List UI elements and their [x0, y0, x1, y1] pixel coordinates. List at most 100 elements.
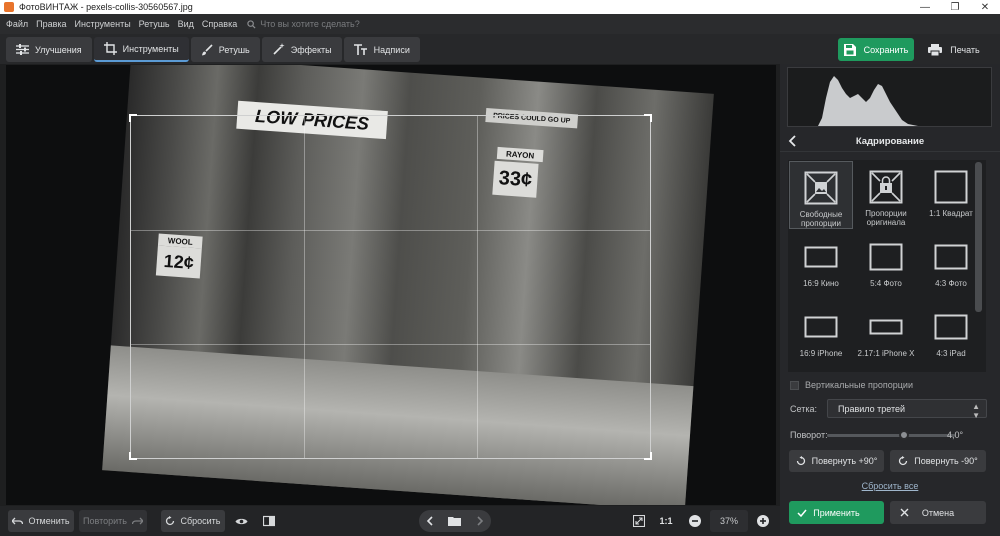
- cancel-label: Отмена: [921, 507, 955, 518]
- preset-iphone-x[interactable]: 2.17:1 iPhone X: [854, 301, 918, 369]
- tab-enhancements[interactable]: Улучшения: [6, 37, 92, 62]
- menu-tools[interactable]: Инструменты: [75, 19, 131, 29]
- search-placeholder: Что вы хотите сделать?: [260, 19, 360, 29]
- preset-ipad[interactable]: 4:3 iPad: [919, 301, 983, 369]
- menu-edit[interactable]: Правка: [36, 19, 66, 29]
- preset-free[interactable]: Свободные пропорции: [789, 161, 853, 229]
- reset-icon: [166, 516, 175, 526]
- grid-select[interactable]: Правило третей ▲ ▼: [827, 399, 987, 420]
- ratio-4-3-icon: [934, 244, 968, 270]
- cancel-button[interactable]: Отмена: [890, 501, 986, 524]
- preset-label: Пропорции оригинала: [865, 209, 907, 227]
- menu-bar: Файл Правка Инструменты Ретушь Вид Справ…: [0, 14, 1000, 34]
- command-search[interactable]: Что вы хотите сделать?: [247, 19, 360, 29]
- preset-16-9-cinema[interactable]: 16:9 Кино: [789, 231, 853, 299]
- grid-line-v1: [303, 116, 305, 458]
- menu-file[interactable]: Файл: [6, 19, 28, 29]
- tab-label: Улучшения: [35, 44, 82, 55]
- zoom-in-button[interactable]: [752, 510, 774, 532]
- preset-label: 5:4 Фото: [870, 279, 902, 288]
- chevron-right-icon[interactable]: [476, 516, 484, 526]
- select-arrows-icon: ▲ ▼: [972, 402, 980, 420]
- grid-line-h1: [131, 229, 650, 231]
- search-icon: [247, 19, 256, 29]
- tab-label: Эффекты: [290, 44, 332, 55]
- maximize-button[interactable]: ❐: [940, 0, 970, 14]
- chevron-left-icon[interactable]: [426, 516, 434, 526]
- eye-icon: [235, 518, 247, 524]
- redo-button[interactable]: Повторить: [79, 510, 147, 532]
- rotate-plus-90-button[interactable]: Повернуть +90°: [789, 450, 884, 472]
- magic-wand-icon: [273, 43, 285, 55]
- tab-text[interactable]: Надписи: [343, 37, 420, 62]
- crop-handle-br[interactable]: [644, 452, 652, 460]
- histogram-graph: [788, 76, 991, 126]
- menu-help[interactable]: Справка: [202, 19, 237, 29]
- tab-label: Инструменты: [122, 43, 179, 54]
- preset-original[interactable]: Пропорции оригинала: [854, 161, 918, 229]
- preset-iphone[interactable]: 16:9 iPhone: [789, 301, 853, 369]
- rotation-slider-knob[interactable]: [898, 430, 909, 440]
- preview-button[interactable]: [230, 510, 252, 532]
- reset-button[interactable]: Сбросить: [161, 510, 225, 532]
- reset-label: Сбросить: [180, 516, 221, 526]
- rotate-plus-label: Повернуть +90°: [811, 456, 878, 466]
- grid-label: Сетка:: [790, 404, 817, 414]
- crop-handle-bl[interactable]: [129, 452, 137, 460]
- rotate-ccw-icon: [899, 456, 908, 466]
- zoom-level[interactable]: 37%: [710, 510, 748, 532]
- menu-retouch[interactable]: Ретушь: [139, 19, 170, 29]
- image-canvas[interactable]: LOW PRICES PRICES COULD GO UP RAYON 33¢ …: [6, 65, 776, 505]
- crop-handle-tr[interactable]: [644, 114, 652, 122]
- compare-button[interactable]: [258, 510, 280, 532]
- checkbox[interactable]: [790, 380, 799, 390]
- app-logo-icon: [4, 2, 14, 12]
- tab-effects[interactable]: Эффекты: [261, 37, 342, 62]
- histogram: [787, 67, 992, 127]
- redo-label: Повторить: [83, 516, 127, 526]
- preset-5-4[interactable]: 5:4 Фото: [854, 231, 918, 299]
- crop-presets-grid: Свободные пропорции Пропорции оригинала …: [788, 160, 986, 372]
- rotate-minus-90-button[interactable]: Повернуть -90°: [890, 450, 986, 472]
- tab-retouch[interactable]: Ретушь: [190, 37, 260, 62]
- crop-handle-tl[interactable]: [129, 114, 137, 122]
- tab-tools[interactable]: Инструменты: [93, 37, 189, 62]
- vertical-proportions-toggle[interactable]: Вертикальные пропорции: [790, 380, 913, 390]
- rotate-minus-label: Повернуть -90°: [914, 456, 978, 466]
- ratio-5-4-icon: [869, 243, 903, 271]
- undo-button[interactable]: Отменить: [8, 510, 74, 532]
- apply-button[interactable]: Применить: [789, 501, 884, 524]
- check-icon: [797, 509, 807, 517]
- zoom-out-button[interactable]: [684, 510, 706, 532]
- actual-size-button[interactable]: 1:1: [655, 510, 677, 532]
- close-button[interactable]: ✕: [970, 0, 1000, 14]
- save-label: Сохранить: [863, 44, 909, 55]
- crop-frame[interactable]: [129, 114, 652, 460]
- minimize-button[interactable]: —: [910, 0, 940, 14]
- save-button[interactable]: Сохранить: [838, 38, 914, 61]
- compare-icon: [263, 515, 275, 527]
- iphone-x-icon: [869, 319, 903, 335]
- preset-label: Свободные пропорции: [799, 210, 843, 228]
- folder-icon[interactable]: [448, 516, 462, 526]
- fit-screen-button[interactable]: [628, 510, 650, 532]
- preset-label: 16:9 Кино: [803, 279, 839, 288]
- title-bar: ФотоВИНТАЖ - pexels-collis-30560567.jpg …: [0, 0, 1000, 14]
- presets-scrollbar[interactable]: [975, 162, 982, 312]
- rotation-slider[interactable]: [827, 430, 955, 440]
- menu-view[interactable]: Вид: [178, 19, 194, 29]
- reset-all-link[interactable]: Сбросить все: [780, 481, 1000, 491]
- preset-square[interactable]: 1:1 Квадрат: [919, 161, 983, 229]
- iphone-icon: [804, 316, 838, 338]
- tab-label: Надписи: [373, 44, 410, 55]
- rotation-label: Поворот:: [790, 430, 828, 440]
- free-ratio-icon: [804, 171, 838, 205]
- apply-label: Применить: [813, 507, 860, 518]
- window-title: ФотоВИНТАЖ - pexels-collis-30560567.jpg: [19, 2, 193, 12]
- close-icon: [900, 508, 909, 517]
- preset-4-3[interactable]: 4:3 Фото: [919, 231, 983, 299]
- print-button[interactable]: Печать: [918, 38, 990, 61]
- preset-label: 1:1 Квадрат: [929, 209, 973, 218]
- back-arrow-icon[interactable]: [788, 135, 797, 147]
- text-icon: [353, 44, 367, 55]
